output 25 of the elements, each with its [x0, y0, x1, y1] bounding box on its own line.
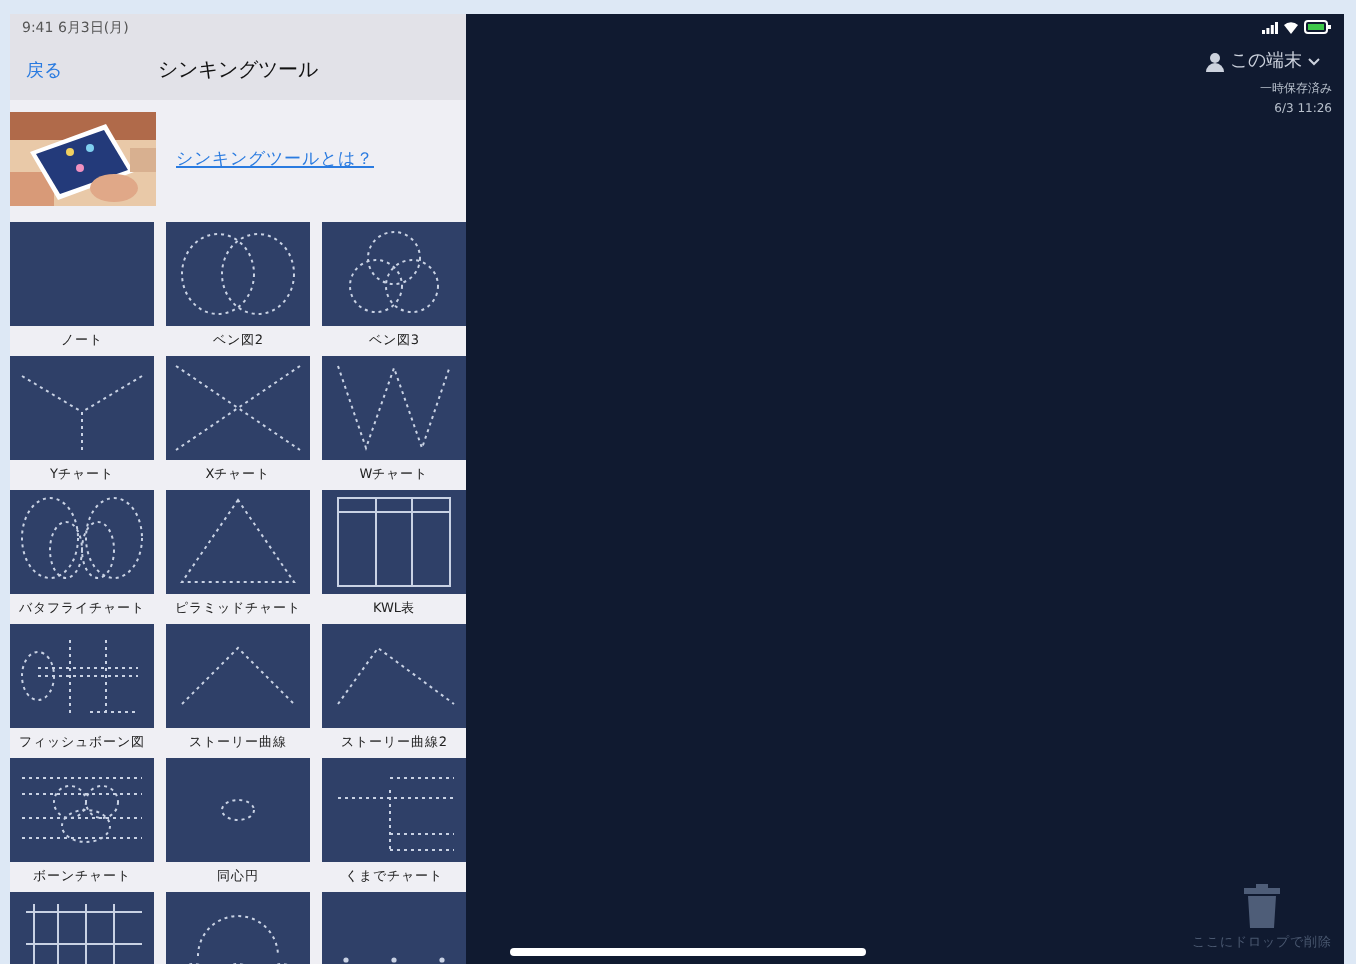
screen-title: シンキングツール — [158, 60, 318, 82]
person-icon — [1206, 51, 1224, 71]
template-thumbnail[interactable] — [166, 222, 310, 326]
template-thumbnail[interactable] — [166, 624, 310, 728]
signal-icon — [1262, 21, 1278, 33]
about-link[interactable]: シンキングツールとは？ — [176, 147, 374, 171]
trash-icon[interactable] — [1244, 884, 1280, 928]
template-thumbnail[interactable] — [10, 624, 154, 728]
wifi-icon — [1284, 21, 1298, 33]
template-thumbnail[interactable] — [166, 356, 310, 460]
template-thumbnail[interactable] — [322, 758, 466, 862]
template-thumbnail[interactable] — [10, 758, 154, 862]
template-thumbnail[interactable] — [322, 356, 466, 460]
template-thumbnail[interactable] — [10, 490, 154, 594]
battery-icon — [1304, 20, 1332, 34]
template-thumbnail[interactable] — [166, 758, 310, 862]
template-thumbnail[interactable] — [10, 222, 154, 326]
template-thumbnail[interactable] — [166, 490, 310, 594]
back-button[interactable]: 戻る — [10, 55, 74, 85]
account-menu[interactable]: この端末 — [1194, 46, 1332, 76]
template-thumbnail[interactable] — [322, 624, 466, 728]
chevron-down-icon — [1308, 57, 1320, 65]
template-thumbnail[interactable] — [10, 356, 154, 460]
template-thumbnail[interactable] — [322, 222, 466, 326]
template-thumbnail[interactable] — [322, 490, 466, 594]
